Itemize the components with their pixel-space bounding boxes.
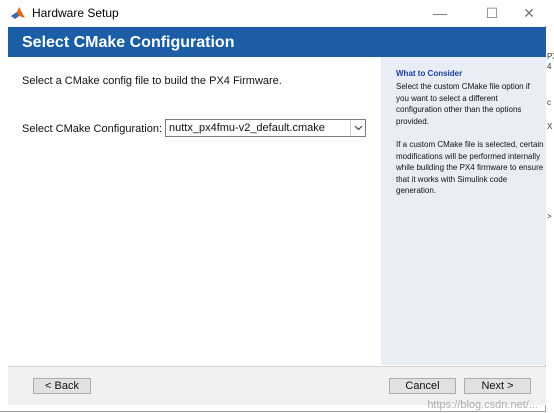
title-bar[interactable]: Hardware Setup — ☐ ✕ xyxy=(0,0,546,26)
edge-text-1: PX xyxy=(547,52,554,61)
select-value: nuttx_px4fmu-v2_default.cmake xyxy=(169,122,325,134)
window-title: Hardware Setup xyxy=(32,6,119,20)
help-paragraph-1: Select the custom CMake file option if y… xyxy=(396,82,530,126)
edge-text-3: c xyxy=(547,98,551,107)
back-button[interactable]: < Back xyxy=(33,378,91,394)
maximize-button[interactable]: ☐ xyxy=(472,0,512,26)
help-panel: What to Consider Select the custom CMake… xyxy=(381,57,546,365)
edge-text-4: X xyxy=(547,122,553,131)
next-button[interactable]: Next > xyxy=(464,378,531,394)
chevron-down-icon[interactable] xyxy=(350,120,365,136)
cancel-button[interactable]: Cancel xyxy=(389,378,456,394)
help-title: What to Consider xyxy=(396,69,463,78)
edge-text-5: > xyxy=(547,212,552,221)
page-title: Select CMake Configuration xyxy=(22,34,235,51)
hardware-setup-window: Hardware Setup — ☐ ✕ Select CMake Config… xyxy=(0,0,546,412)
config-label: Select CMake Configuration: xyxy=(22,123,163,135)
page-header: Select CMake Configuration xyxy=(8,27,546,57)
minimize-button[interactable]: — xyxy=(420,0,460,26)
close-button[interactable]: ✕ xyxy=(509,0,549,26)
help-paragraph-2: If a custom CMake file is selected, cert… xyxy=(396,140,544,195)
matlab-app-icon xyxy=(11,7,25,19)
edge-text-2: 4 xyxy=(547,62,552,71)
instruction-text: Select a CMake config file to build the … xyxy=(22,75,282,87)
main-panel: Select a CMake config file to build the … xyxy=(8,57,381,365)
cmake-config-select[interactable]: nuttx_px4fmu-v2_default.cmake xyxy=(165,119,366,137)
watermark: https://blog.csdn.net/... xyxy=(427,399,538,411)
